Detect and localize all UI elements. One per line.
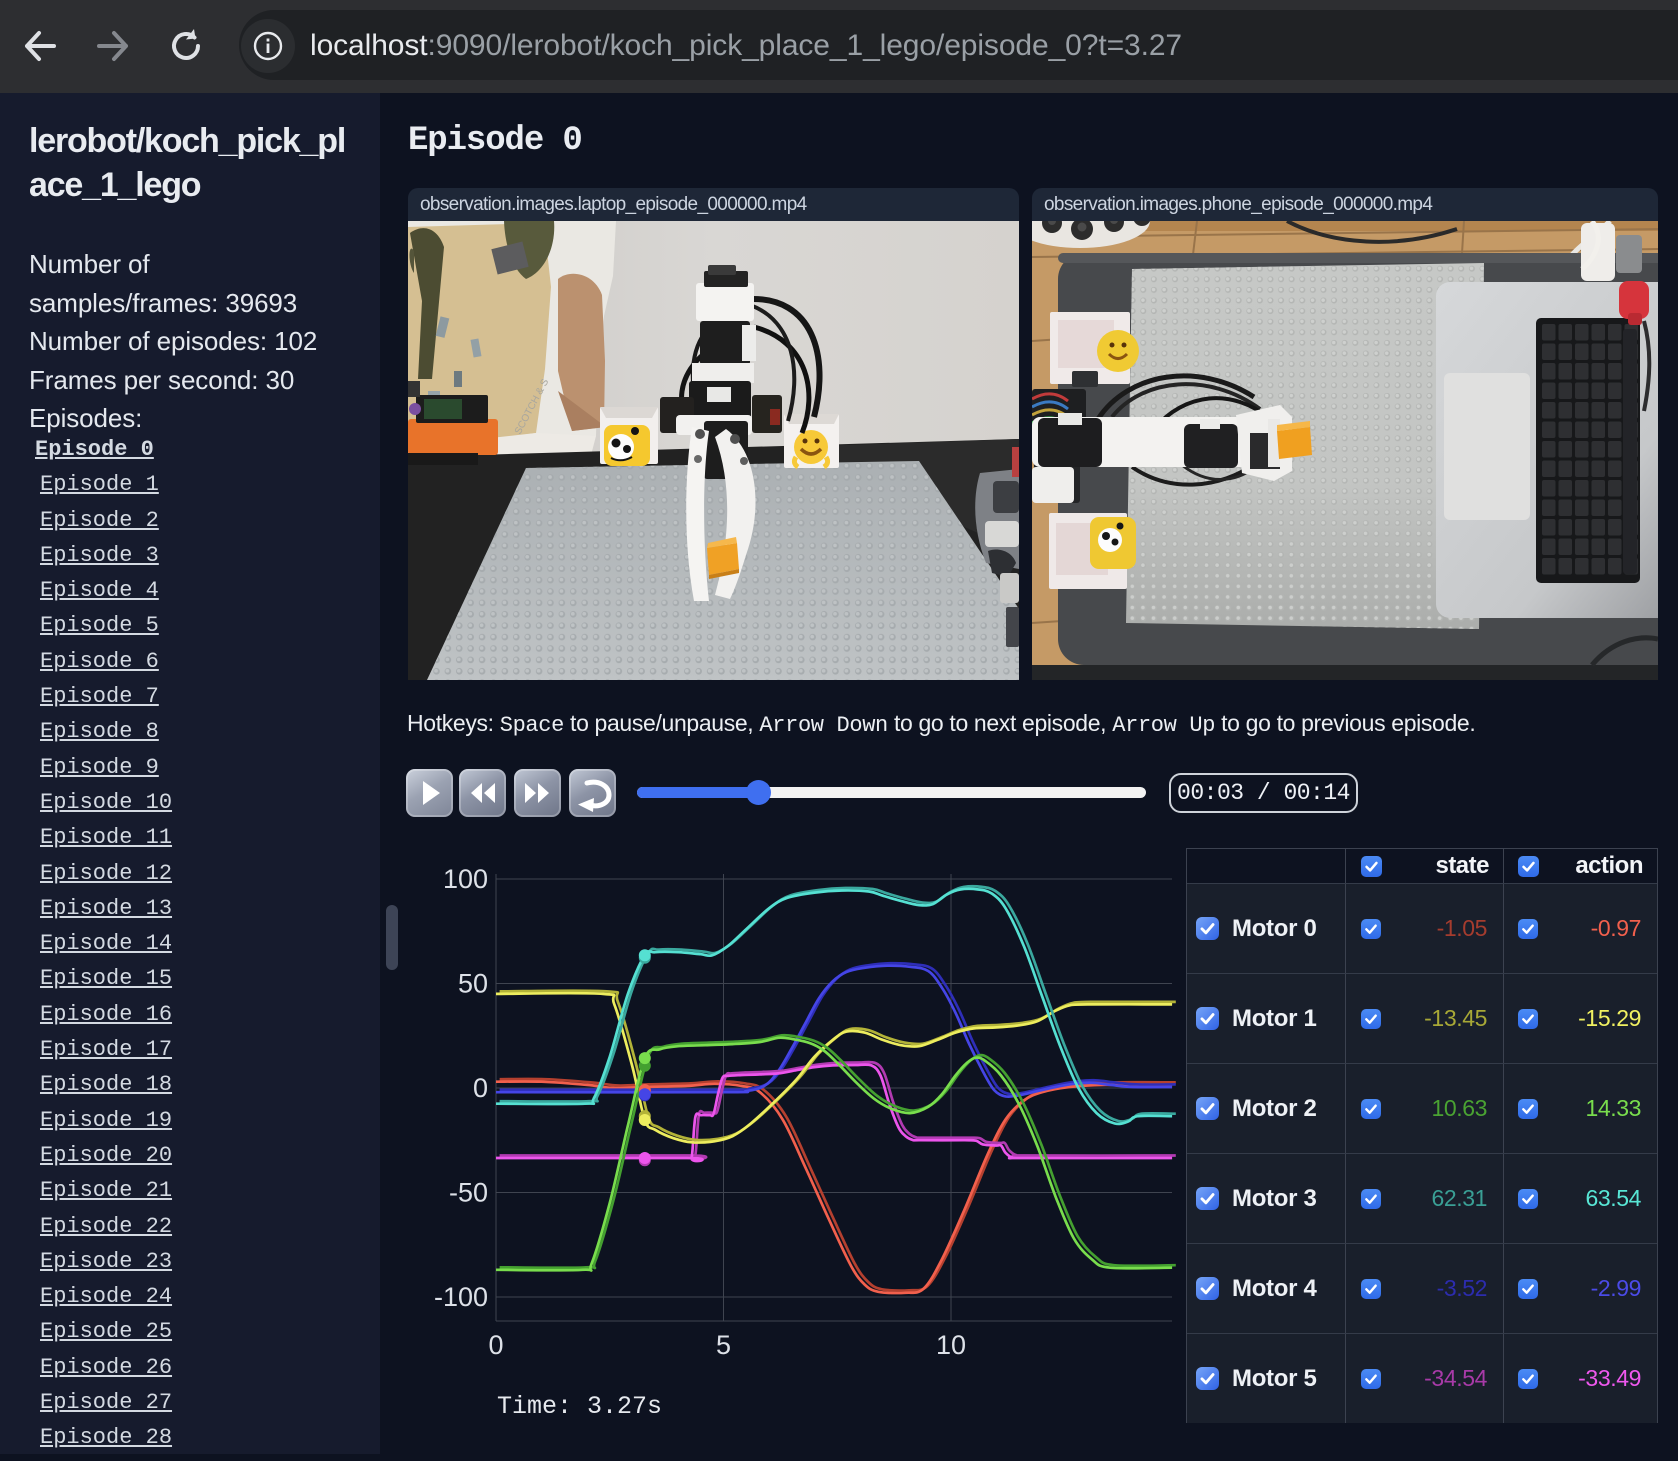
svg-text:0: 0 xyxy=(473,1073,488,1103)
svg-text:50: 50 xyxy=(458,969,488,999)
svg-text:0: 0 xyxy=(488,1330,503,1360)
svg-text:Time: 3.27s: Time: 3.27s xyxy=(497,1392,662,1421)
svg-text:100: 100 xyxy=(443,864,488,894)
svg-text:10: 10 xyxy=(936,1330,966,1360)
svg-text:-50: -50 xyxy=(449,1178,488,1208)
svg-text:-100: -100 xyxy=(434,1282,488,1312)
svg-text:5: 5 xyxy=(716,1330,731,1360)
